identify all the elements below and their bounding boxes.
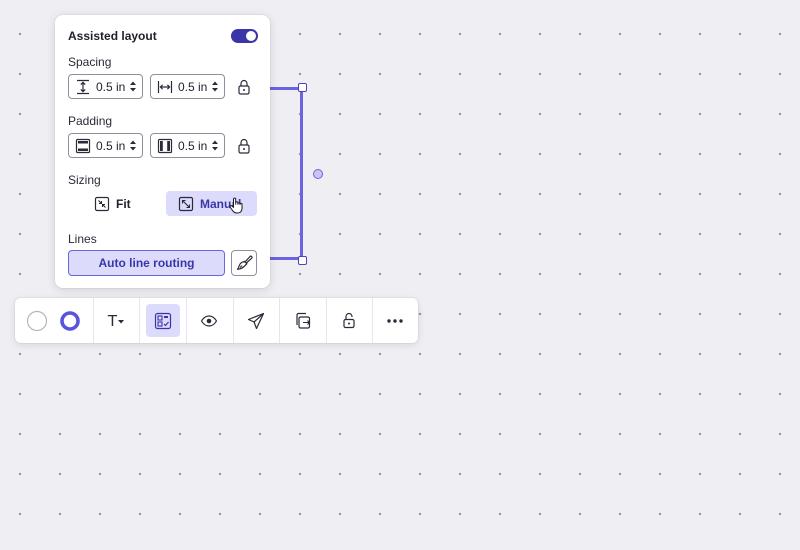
assisted-layout-toggle[interactable] — [231, 29, 258, 43]
vertical-padding-icon — [74, 137, 92, 155]
horizontal-spacing-icon — [156, 78, 174, 96]
toggle-knob — [246, 31, 256, 41]
panel-title: Assisted layout — [68, 29, 157, 43]
manual-resize-icon — [178, 196, 194, 211]
visibility-button[interactable] — [193, 304, 225, 337]
sizing-manual-button[interactable]: Manual — [166, 191, 257, 216]
assisted-layout-panel: Assisted layout Spacing 0.5 in 0.5 in Pa… — [55, 15, 270, 288]
spacing-lock-icon[interactable] — [235, 78, 253, 96]
connection-point-handle[interactable] — [313, 169, 323, 179]
unlock-icon — [343, 312, 355, 329]
paper-plane-icon — [247, 312, 265, 329]
sizing-fit-button[interactable]: Fit — [82, 191, 152, 216]
fit-icon — [94, 196, 110, 211]
vertical-spacing-value: 0.5 in — [96, 79, 126, 94]
sizing-label: Sizing — [68, 173, 101, 187]
stepper-arrows-icon[interactable] — [130, 139, 136, 152]
fill-color-button[interactable] — [21, 304, 53, 337]
toolbar-separator — [233, 298, 234, 343]
text-style-button[interactable]: T — [101, 304, 131, 337]
vertical-padding-value: 0.5 in — [96, 138, 126, 153]
spacing-label: Spacing — [68, 55, 112, 69]
toolbar-separator — [186, 298, 187, 343]
horizontal-padding-stepper[interactable]: 0.5 in — [150, 133, 225, 158]
more-options-button[interactable] — [379, 304, 411, 337]
vertical-spacing-icon — [74, 78, 92, 96]
resize-handle-top-right[interactable] — [298, 83, 307, 92]
toolbar-separator — [372, 298, 373, 343]
more-horizontal-icon — [387, 318, 403, 323]
horizontal-spacing-stepper[interactable]: 0.5 in — [150, 74, 225, 99]
fill-color-swatch-icon — [26, 310, 48, 331]
duplicate-icon — [296, 312, 311, 329]
stepper-arrows-icon[interactable] — [212, 139, 218, 152]
lock-button[interactable] — [333, 304, 365, 337]
horizontal-padding-icon — [156, 137, 174, 155]
assisted-layout-button[interactable] — [146, 304, 180, 337]
hand-cursor-icon — [229, 197, 243, 214]
vertical-padding-stepper[interactable]: 0.5 in — [68, 133, 143, 158]
fit-label: Fit — [116, 196, 131, 211]
horizontal-padding-value: 0.5 in — [178, 138, 208, 153]
lines-label: Lines — [68, 232, 97, 246]
border-color-button[interactable] — [54, 304, 86, 337]
border-color-swatch-icon — [60, 310, 80, 331]
toolbar-separator — [326, 298, 327, 343]
toolbar-separator — [279, 298, 280, 343]
stepper-arrows-icon[interactable] — [212, 80, 218, 93]
shape-toolbar: T — [15, 298, 418, 343]
stepper-arrows-icon[interactable] — [130, 80, 136, 93]
send-button[interactable] — [240, 304, 272, 337]
eye-icon — [200, 314, 218, 327]
duplicate-button[interactable] — [287, 304, 319, 337]
line-style-brush-button[interactable] — [231, 250, 257, 276]
assisted-layout-icon — [154, 312, 172, 329]
padding-label: Padding — [68, 114, 113, 128]
auto-line-routing-button[interactable]: Auto line routing — [68, 250, 225, 276]
brush-icon — [236, 255, 253, 270]
toolbar-separator — [139, 298, 140, 343]
text-style-label: T — [107, 311, 118, 330]
caret-down-icon — [118, 319, 125, 323]
padding-lock-icon[interactable] — [235, 137, 253, 155]
vertical-spacing-stepper[interactable]: 0.5 in — [68, 74, 143, 99]
resize-handle-bottom-right[interactable] — [298, 256, 307, 265]
horizontal-spacing-value: 0.5 in — [178, 79, 208, 94]
toolbar-separator — [93, 298, 94, 343]
